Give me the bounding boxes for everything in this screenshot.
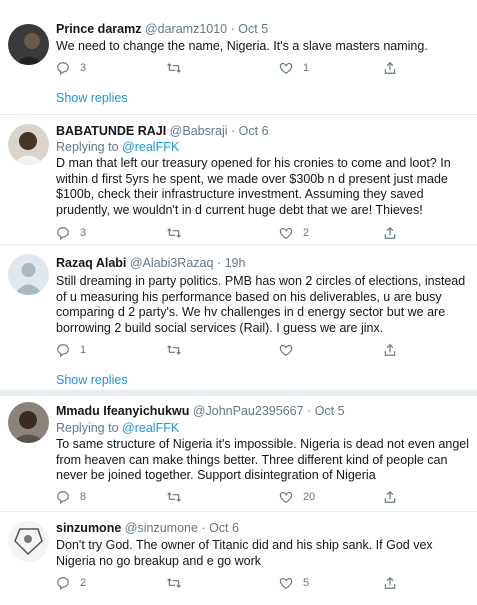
replying-to-prefix: Replying to <box>56 140 119 154</box>
like-icon <box>279 344 293 356</box>
separator-dot: · <box>216 256 222 270</box>
tweet-actions: 2 5 <box>56 576 406 592</box>
like-button[interactable] <box>279 343 303 357</box>
reply-button[interactable]: 2 <box>56 576 86 590</box>
retweet-button[interactable] <box>166 490 192 504</box>
reply-count: 2 <box>80 577 87 589</box>
author-name[interactable]: Mmadu Ifeanyichukwu <box>56 404 189 418</box>
like-button[interactable]: 2 <box>279 226 309 240</box>
tweet[interactable]: sinzumone @sinzumone · Oct 6 Don't try G… <box>0 512 477 605</box>
author-name[interactable]: BABATUNDE RAJI <box>56 124 166 138</box>
show-replies-link[interactable]: Show replies <box>56 91 128 105</box>
like-icon <box>279 491 293 503</box>
author-handle[interactable]: @daramz1010 <box>145 22 227 36</box>
tweet-text: Still dreaming in party politics. PMB ha… <box>56 274 466 335</box>
separator-dot: · <box>201 521 206 535</box>
tweet-text: Don't try God. The owner of Titanic did … <box>56 538 433 568</box>
tweet[interactable]: Mmadu Ifeanyichukwu @JohnPau2395667 · Oc… <box>0 396 477 508</box>
reply-icon <box>57 577 69 590</box>
reply-icon <box>57 491 69 504</box>
tweet[interactable]: BABATUNDE RAJI @Babsraji · Oct 6 Replyin… <box>0 115 477 245</box>
tweet-date[interactable]: Oct 6 <box>239 124 269 138</box>
share-button[interactable] <box>383 576 397 590</box>
share-button[interactable] <box>383 61 397 75</box>
show-replies-link[interactable]: Show replies <box>56 373 128 387</box>
avatar[interactable] <box>8 24 49 65</box>
retweet-button[interactable] <box>166 226 192 240</box>
retweet-button[interactable] <box>166 576 192 590</box>
like-count: 5 <box>303 577 310 589</box>
share-icon <box>384 576 396 589</box>
reply-button[interactable]: 8 <box>56 490 86 504</box>
tweet-date[interactable]: Oct 5 <box>238 22 268 36</box>
reply-icon <box>57 344 69 357</box>
reply-count: 8 <box>80 491 87 503</box>
separator-dot: · <box>307 404 312 418</box>
retweet-icon <box>167 578 181 588</box>
reply-button[interactable]: 1 <box>56 343 86 357</box>
tweet-text: We need to change the name, Nigeria. It'… <box>56 39 428 53</box>
author-name[interactable]: Prince daramz <box>56 22 141 36</box>
retweet-button[interactable] <box>166 61 192 75</box>
tweet-date[interactable]: 19h <box>225 256 246 270</box>
tweet-actions: 3 1 <box>56 61 406 77</box>
reply-icon <box>57 227 69 240</box>
tweet-text: D man that left our treasury opened for … <box>56 156 451 217</box>
share-button[interactable] <box>383 490 397 504</box>
author-handle[interactable]: @Babsraji <box>170 124 228 138</box>
avatar[interactable] <box>8 254 49 295</box>
retweet-button[interactable] <box>166 343 192 357</box>
like-count: 2 <box>303 227 310 239</box>
share-button[interactable] <box>383 226 397 240</box>
like-icon <box>279 577 293 589</box>
like-button[interactable]: 5 <box>279 576 309 590</box>
tweet-date[interactable]: Oct 6 <box>209 521 239 535</box>
reply-count: 1 <box>80 344 87 356</box>
tweet[interactable]: Prince daramz @daramz1010 · Oct 5 We nee… <box>0 0 477 120</box>
separator-dot: · <box>231 124 236 138</box>
avatar[interactable] <box>8 402 49 443</box>
retweet-icon <box>167 63 181 73</box>
replying-to-link[interactable]: @realFFK <box>122 421 179 435</box>
tweet-actions: 1 <box>56 343 406 359</box>
tweet-date[interactable]: Oct 5 <box>315 404 345 418</box>
tweet-actions: 3 2 <box>56 226 406 242</box>
replying-to: Replying to @realFFK <box>56 421 179 435</box>
author-handle[interactable]: @sinzumone <box>125 521 198 535</box>
author-name[interactable]: sinzumone <box>56 521 121 535</box>
share-icon <box>384 226 396 239</box>
like-button[interactable]: 1 <box>279 61 309 75</box>
reply-button[interactable]: 3 <box>56 61 86 75</box>
avatar[interactable] <box>8 124 49 165</box>
tweet[interactable]: Razaq Alabi @Alabi3Razaq · 19h Still dre… <box>0 245 477 390</box>
replies-feed: Prince daramz @daramz1010 · Oct 5 We nee… <box>0 0 477 605</box>
replying-to: Replying to @realFFK <box>56 140 179 154</box>
reply-button[interactable]: 3 <box>56 226 86 240</box>
reply-count: 3 <box>80 62 87 74</box>
tweet-text: To same structure of Nigeria it's imposs… <box>56 437 470 483</box>
reply-count: 3 <box>80 227 87 239</box>
like-count: 20 <box>303 491 316 503</box>
author-handle[interactable]: @Alabi3Razaq <box>130 256 214 270</box>
like-count: 1 <box>303 62 310 74</box>
share-icon <box>384 343 396 356</box>
like-icon <box>279 227 293 239</box>
retweet-icon <box>167 345 181 355</box>
author-name[interactable]: Razaq Alabi <box>56 256 126 270</box>
retweet-icon <box>167 228 181 238</box>
separator-dot: · <box>230 22 235 36</box>
tweet-actions: 8 20 <box>56 490 406 506</box>
retweet-icon <box>167 492 181 502</box>
share-button[interactable] <box>383 343 397 357</box>
replying-to-link[interactable]: @realFFK <box>122 140 179 154</box>
share-icon <box>384 490 396 503</box>
like-button[interactable]: 20 <box>279 490 315 504</box>
reply-icon <box>57 62 69 75</box>
share-icon <box>384 61 396 74</box>
avatar[interactable] <box>8 521 49 562</box>
replying-to-prefix: Replying to <box>56 421 119 435</box>
author-handle[interactable]: @JohnPau2395667 <box>193 404 304 418</box>
like-icon <box>279 62 293 74</box>
